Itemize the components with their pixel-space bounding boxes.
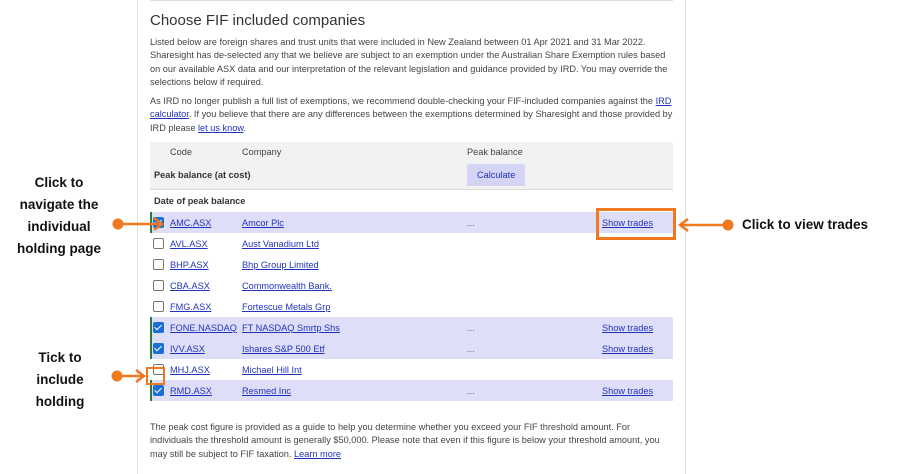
annotation-tick-line: Tick to (38, 350, 82, 365)
include-checkbox[interactable] (153, 301, 164, 313)
peak-balance-label: Peak balance (at cost) (150, 161, 467, 190)
calculate-button[interactable]: Calculate (467, 164, 526, 186)
footer-text: The peak cost figure is provided as a gu… (150, 422, 660, 459)
header-code: Code (170, 142, 242, 161)
include-checkbox[interactable] (153, 343, 164, 355)
holding-company-link[interactable]: Amcor Plc (242, 218, 284, 228)
holding-code-link[interactable]: RMD.ASX (170, 386, 212, 396)
divider (150, 0, 673, 1)
ird-text-c: . (243, 122, 247, 133)
annotation-tick-line: holding (35, 394, 85, 409)
peak-balance-cell (467, 359, 602, 380)
holding-row: IVV.ASX Ishares S&P 500 Etf... Show trades (150, 338, 673, 359)
holding-code-link[interactable]: AMC.ASX (170, 218, 211, 228)
holding-row: RMD.ASX Resmed Inc... Show trades (150, 380, 673, 401)
peak-balance-cell: ... (467, 317, 602, 338)
holding-row: AMC.ASX Amcor Plc... Show trades (150, 212, 673, 233)
holdings-body: AMC.ASX Amcor Plc... Show trades AVL.ASX Aus… (150, 212, 673, 401)
show-trades-highlight (596, 208, 676, 240)
holding-company-link[interactable]: Commonwealth Bank. (242, 281, 332, 291)
intro-paragraph: Listed below are foreign shares and trus… (150, 37, 668, 88)
peak-balance-row: Peak balance (at cost) Calculate (150, 161, 673, 190)
footer-paragraph: The peak cost figure is provided as a gu… (150, 421, 673, 461)
holding-company-link[interactable]: FT NASDAQ Smrtp Shs (242, 323, 340, 333)
include-checkbox[interactable] (153, 322, 164, 334)
annotation-navigate-line: Click to (34, 175, 84, 190)
show-trades-link[interactable]: Show trades (602, 323, 653, 333)
annotation-navigate-line: individual (27, 219, 91, 234)
include-checkbox[interactable] (153, 259, 164, 271)
peak-balance-cell (467, 233, 602, 254)
holding-code-link[interactable]: MHJ.ASX (170, 365, 210, 375)
ird-paragraph: As IRD no longer publish a full list of … (150, 95, 673, 135)
table-header: Code Company Peak balance (150, 142, 673, 161)
annotation-tick-line: include (36, 372, 84, 387)
annotation-tick: Tick to include holding (10, 347, 110, 413)
holding-company-link[interactable]: Fortescue Metals Grp (242, 302, 330, 312)
show-trades-link[interactable]: Show trades (602, 344, 653, 354)
peak-balance-cell (467, 254, 602, 275)
include-checkbox[interactable] (153, 238, 164, 250)
show-trades-link[interactable]: Show trades (602, 386, 653, 396)
holding-code-link[interactable]: FONE.NASDAQ (170, 323, 237, 333)
holding-code-link[interactable]: IVV.ASX (170, 344, 205, 354)
header-peak-balance: Peak balance (467, 142, 602, 161)
checkbox-highlight (146, 367, 165, 385)
peak-balance-cell (467, 296, 602, 317)
include-checkbox[interactable] (153, 385, 164, 397)
learn-more-link[interactable]: Learn more (294, 449, 341, 459)
holding-row: BHP.ASX Bhp Group Limited (150, 254, 673, 275)
holding-code-link[interactable]: FMG.ASX (170, 302, 211, 312)
holding-company-link[interactable]: Ishares S&P 500 Etf (242, 344, 325, 354)
holding-row: CBA.ASX Commonwealth Bank. (150, 275, 673, 296)
holding-company-link[interactable]: Resmed Inc (242, 386, 291, 396)
holding-row: FONE.NASDAQ FT NASDAQ Smrtp Shs... Show tr… (150, 317, 673, 338)
holding-code-link[interactable]: BHP.ASX (170, 260, 209, 270)
holding-company-link[interactable]: Bhp Group Limited (242, 260, 319, 270)
date-of-peak-row: Date of peak balance (150, 189, 673, 212)
header-company: Company (242, 142, 467, 161)
let-us-know-link[interactable]: let us know (198, 123, 243, 133)
holding-row: MHJ.ASX Michael Hill Int (150, 359, 673, 380)
annotation-navigate-line: holding page (17, 241, 101, 256)
date-of-peak-label: Date of peak balance (150, 189, 673, 212)
annotation-navigate: Click to navigate the individual holding… (0, 172, 118, 260)
fif-table: Code Company Peak balance Peak balance (… (150, 142, 673, 401)
holding-code-link[interactable]: AVL.ASX (170, 239, 208, 249)
annotation-navigate-line: navigate the (19, 197, 99, 212)
include-checkbox[interactable] (153, 217, 164, 229)
annotation-trades: Click to view trades (742, 217, 869, 232)
holding-row: AVL.ASX Aust Vanadium Ltd (150, 233, 673, 254)
holding-code-link[interactable]: CBA.ASX (170, 281, 210, 291)
holding-company-link[interactable]: Aust Vanadium Ltd (242, 239, 319, 249)
ird-text-a: As IRD no longer publish a full list of … (150, 96, 656, 106)
peak-balance-cell: ... (467, 338, 602, 359)
peak-balance-cell: ... (467, 212, 602, 233)
holding-row: FMG.ASX Fortescue Metals Grp (150, 296, 673, 317)
section-title: Choose FIF included companies (150, 12, 366, 29)
include-checkbox[interactable] (153, 280, 164, 292)
holding-company-link[interactable]: Michael Hill Int (242, 365, 302, 375)
peak-balance-cell (467, 275, 602, 296)
peak-balance-cell: ... (467, 380, 602, 401)
